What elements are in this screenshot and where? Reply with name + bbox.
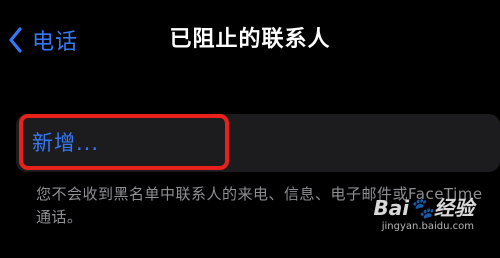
highlight-box [19,114,229,170]
watermark-logo: Bai🐾经验 [373,196,475,220]
watermark: Bai🐾经验 jingyan.baidu.com [354,196,475,234]
watermark-url: jingyan.baidu.com [381,221,474,232]
page-title: 已阻止的联系人 [169,27,331,52]
